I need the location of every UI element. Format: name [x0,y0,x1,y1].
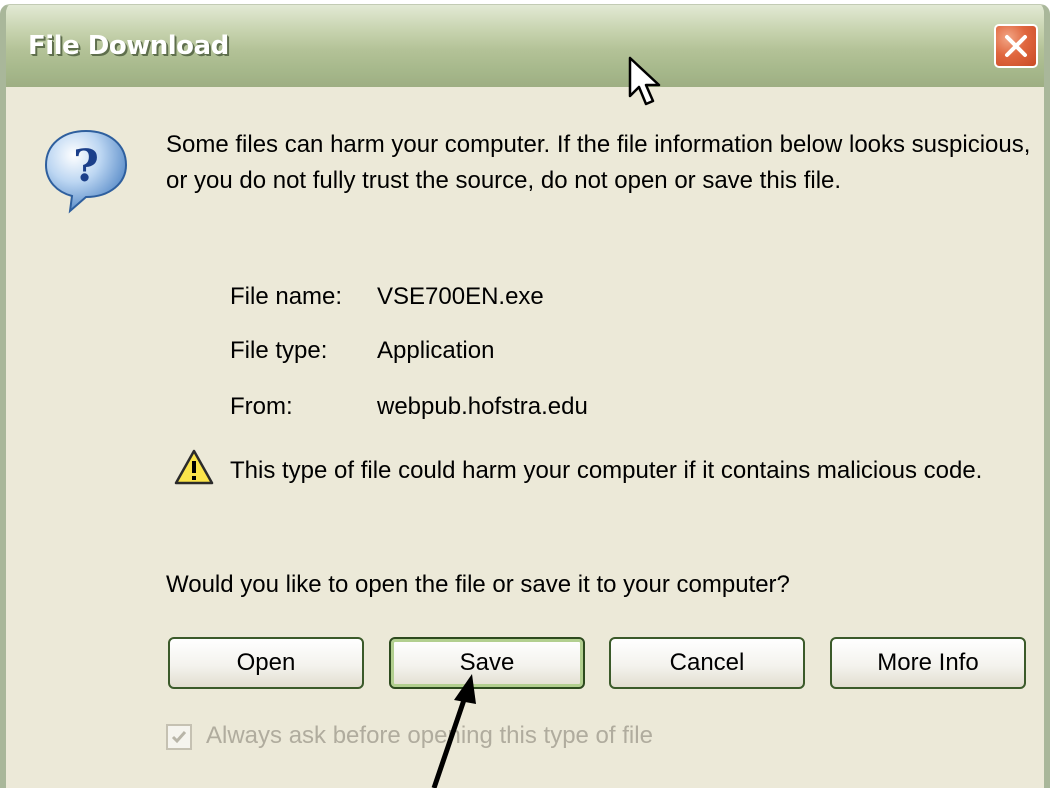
svg-text:?: ? [73,141,99,192]
warning-message: This type of file could harm your comput… [230,457,983,484]
always-ask-checkbox[interactable] [166,724,192,750]
download-question: Would you like to open the file or save … [166,571,790,598]
file-type-label: File type: [230,337,328,364]
checkmark-icon [171,731,187,744]
window-title: File Download [28,31,229,61]
file-type-value: Application [377,337,495,364]
annotation-arrow-icon [431,674,476,788]
more-info-button[interactable]: More Info [830,637,1026,689]
question-bubble-icon: ? [44,129,128,214]
from-label: From: [230,393,293,420]
file-download-dialog: File Download ? Some files can harm your… [0,4,1050,788]
security-message: Some files can harm your computer. If th… [166,131,1031,194]
from-value: webpub.hofstra.edu [377,393,588,420]
mouse-pointer-icon [628,56,661,106]
file-name-label: File name: [230,283,343,310]
open-button[interactable]: Open [168,637,364,689]
warning-triangle-icon [174,449,214,485]
file-name-value: VSE700EN.exe [377,283,544,310]
title-bar[interactable]: File Download [6,5,1044,87]
dialog-body: ? Some files can harm your computer. If … [6,87,1044,788]
close-button[interactable] [994,24,1038,68]
save-button[interactable]: Save [389,637,585,689]
cancel-button[interactable]: Cancel [609,637,805,689]
close-icon [1005,35,1027,57]
